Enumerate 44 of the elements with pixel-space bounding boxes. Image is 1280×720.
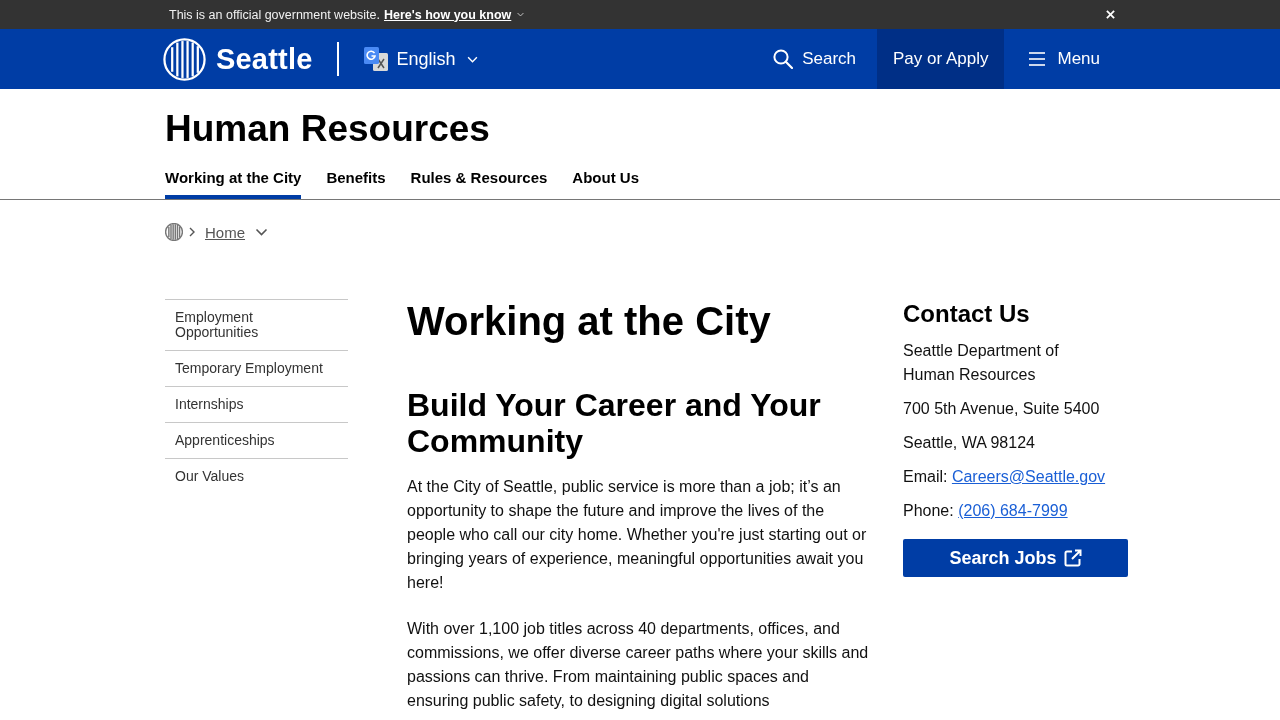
contact-text: 700 5th Avenue, Suite 5400 bbox=[903, 399, 1101, 419]
external-link-icon bbox=[1063, 549, 1082, 567]
chevron-right-icon bbox=[189, 227, 195, 237]
close-icon bbox=[1105, 10, 1115, 19]
menu-icon bbox=[1029, 52, 1046, 66]
contact-label: Email: bbox=[903, 468, 948, 485]
contact-text: Seattle Department of Human Resources bbox=[903, 341, 1060, 385]
page-title: Working at the City bbox=[407, 299, 772, 343]
banner-text: This is an official government website. bbox=[169, 7, 380, 22]
menu-button[interactable]: Menu bbox=[1004, 29, 1126, 89]
search-button[interactable]: Search bbox=[752, 29, 877, 89]
contact-heading: Contact Us bbox=[903, 299, 1031, 328]
seal-icon[interactable] bbox=[165, 223, 183, 241]
nav-tab[interactable]: Working at the City bbox=[165, 169, 302, 199]
contact-text: Seattle, WA 98124 bbox=[903, 433, 1036, 453]
seal-icon bbox=[163, 37, 206, 81]
sidebar-link[interactable]: Apprenticeships bbox=[165, 422, 348, 458]
nav-tab[interactable]: About Us bbox=[572, 169, 639, 199]
translate-icon bbox=[363, 47, 388, 71]
close-button[interactable] bbox=[1103, 7, 1117, 22]
contact-link[interactable]: (206) 684-7999 bbox=[958, 502, 1068, 519]
contact-link[interactable]: Careers@Seattle.gov bbox=[951, 468, 1106, 485]
action-button[interactable]: Pay or Apply bbox=[877, 29, 1005, 89]
nav-tab[interactable]: Benefits bbox=[326, 169, 386, 199]
sidebar-link[interactable]: Employment Opportunities bbox=[165, 299, 348, 350]
sidebar-link[interactable]: Temporary Employment bbox=[165, 350, 348, 386]
search-icon bbox=[773, 49, 794, 69]
chevron-down-icon bbox=[517, 12, 525, 17]
sidebar-link[interactable]: Our Values bbox=[165, 458, 348, 494]
chevron-down-icon bbox=[466, 55, 478, 63]
contact-label: Phone: bbox=[903, 502, 954, 519]
language-button[interactable]: English bbox=[363, 39, 478, 79]
search-jobs-button[interactable]: Search Jobs bbox=[903, 539, 1128, 577]
breadcrumb-link[interactable]: Home bbox=[205, 223, 245, 241]
body-paragraph: With over 1,100 job titles across 40 departments, offices, and commissions, we offer diverse career paths where your skills and passions can thrive. From maintaining public spaces and ensuring public safety, to designing digital solutions bbox=[407, 619, 870, 711]
chevron-down-icon bbox=[255, 228, 268, 236]
breadcrumb-dropdown[interactable] bbox=[255, 228, 268, 236]
sidebar-link[interactable]: Internships bbox=[165, 386, 348, 422]
body-paragraph: At the City of Seattle, public service is more than a job; it’s an opportunity to shape the future and improve the lives of the people who call our city home. Whether you're just starting out or bringing years of experience, meaningful opportunities await you here! bbox=[407, 477, 868, 593]
logo-link[interactable]: Seattle bbox=[163, 37, 313, 81]
section-heading: Build Your Career and Your Community bbox=[407, 387, 822, 459]
site-title: Human Resources bbox=[165, 107, 491, 150]
how-you-know-link[interactable]: Here's how you know bbox=[384, 7, 525, 22]
nav-tab[interactable]: Rules & Resources bbox=[410, 169, 548, 199]
